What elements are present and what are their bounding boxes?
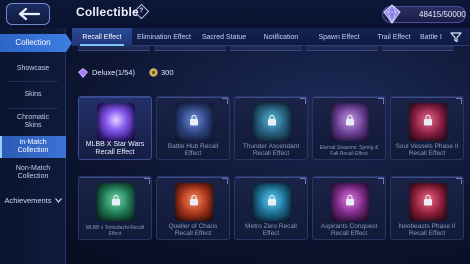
card-soul-vessels[interactable]: Soul Vessels Phase II Recall Effect bbox=[390, 96, 464, 160]
card-label: MLBB X Star Wars Recall Effect bbox=[85, 141, 145, 156]
card-eternal-seasons[interactable]: Eternal Seasons: Spring & Fall Recall Ef… bbox=[312, 96, 386, 160]
sidebar-item-achievements[interactable]: Achievements bbox=[0, 193, 66, 207]
group-label: Deluxe(1/54) bbox=[92, 68, 135, 77]
card-label: Eternal Seasons: Spring & Fall Recall Ef… bbox=[319, 145, 379, 157]
card-label: Metro Zero Recall Effect bbox=[245, 223, 297, 237]
group-count: 300 bbox=[161, 68, 174, 77]
recall-effect-art bbox=[97, 103, 135, 141]
card-neobeasts-phase-ii[interactable]: Neobeasts Phase II Recall Effect bbox=[390, 176, 464, 240]
sidebar-item-skins[interactable]: Skins bbox=[0, 88, 66, 102]
diamond-rank-icon bbox=[383, 4, 401, 24]
card-label: Battle Hub Recall Effect bbox=[167, 143, 219, 157]
lock-icon bbox=[424, 114, 432, 126]
card-queller-of-chaos[interactable]: Queller of Chaos Recall Effect bbox=[156, 176, 230, 240]
points-icon bbox=[149, 68, 158, 77]
card-mlbb-x-star-wars[interactable]: MLBB X Star Wars Recall Effect bbox=[78, 96, 152, 160]
card-battle-hub[interactable]: Battle Hub Recall Effect bbox=[156, 96, 230, 160]
sidebar-item-showcase[interactable]: Showcase bbox=[0, 62, 66, 76]
sidebar: Collection Showcase Skins Chromatic Skin… bbox=[0, 28, 72, 264]
tab-sacred-statue[interactable]: Sacred Statue bbox=[196, 28, 252, 46]
card-label: MLBB x Tomodachi Recall Effect bbox=[85, 225, 145, 237]
top-bar: Collectible ? 48415/50000 bbox=[0, 0, 470, 28]
tab-elimination-effect[interactable]: Elimination Effect bbox=[132, 28, 196, 46]
lock-icon bbox=[424, 194, 432, 206]
lock-icon bbox=[268, 194, 276, 206]
sidebar-section-collection[interactable]: Collection bbox=[0, 34, 72, 52]
lock-icon bbox=[112, 194, 120, 206]
card-thunder-ascendant[interactable]: Thunder Ascendant Recall Effect bbox=[234, 96, 308, 160]
card-label: Soul Vessels Phase II Recall Effect bbox=[395, 143, 459, 157]
sidebar-item-in-match-collection[interactable]: In-Match Collection bbox=[0, 136, 66, 158]
collection-content: Deluxe(1/54) 300 MLBB X Star Wars Recall… bbox=[72, 46, 470, 264]
back-arrow-icon[interactable] bbox=[6, 3, 50, 25]
card-metro-zero[interactable]: Metro Zero Recall Effect bbox=[234, 176, 308, 240]
category-tabs: Recall Effect Elimination Effect Sacred … bbox=[72, 28, 470, 46]
lock-icon bbox=[346, 194, 354, 206]
tab-recall-effect[interactable]: Recall Effect bbox=[72, 28, 132, 46]
card-label: Neobeasts Phase II Recall Effect bbox=[398, 223, 456, 237]
lock-icon bbox=[268, 114, 276, 126]
tab-notification[interactable]: Notification bbox=[252, 28, 310, 46]
lock-icon bbox=[190, 114, 198, 126]
sidebar-item-non-match-collection[interactable]: Non-Match Collection bbox=[0, 162, 66, 184]
tab-spawn-effect[interactable]: Spawn Effect bbox=[310, 28, 368, 46]
page-title: Collectible bbox=[76, 5, 139, 19]
lock-icon bbox=[190, 194, 198, 206]
chevron-down-icon bbox=[54, 197, 62, 203]
sidebar-item-chromatic-skins[interactable]: Chromatic Skins bbox=[0, 112, 66, 132]
lock-icon bbox=[346, 114, 354, 126]
card-label: Aspirants Conquest Recall Effect bbox=[320, 223, 378, 237]
tab-trail-effect[interactable]: Trail Effect bbox=[368, 28, 420, 46]
card-label: Thunder Ascendant Recall Effect bbox=[242, 143, 300, 157]
card-aspirants-conquest[interactable]: Aspirants Conquest Recall Effect bbox=[312, 176, 386, 240]
card-label: Queller of Chaos Recall Effect bbox=[168, 223, 218, 237]
previous-row-strip bbox=[72, 46, 470, 54]
filter-icon[interactable] bbox=[446, 29, 466, 45]
deluxe-diamond-icon bbox=[78, 68, 88, 78]
card-mlbb-x-tomodachi[interactable]: MLBB x Tomodachi Recall Effect bbox=[78, 176, 152, 240]
group-header: Deluxe(1/54) 300 bbox=[78, 67, 466, 81]
currency-value: 48415/50000 bbox=[419, 10, 466, 19]
tab-battle[interactable]: Battle I bbox=[420, 28, 446, 46]
currency-display[interactable]: 48415/50000 bbox=[382, 4, 466, 24]
